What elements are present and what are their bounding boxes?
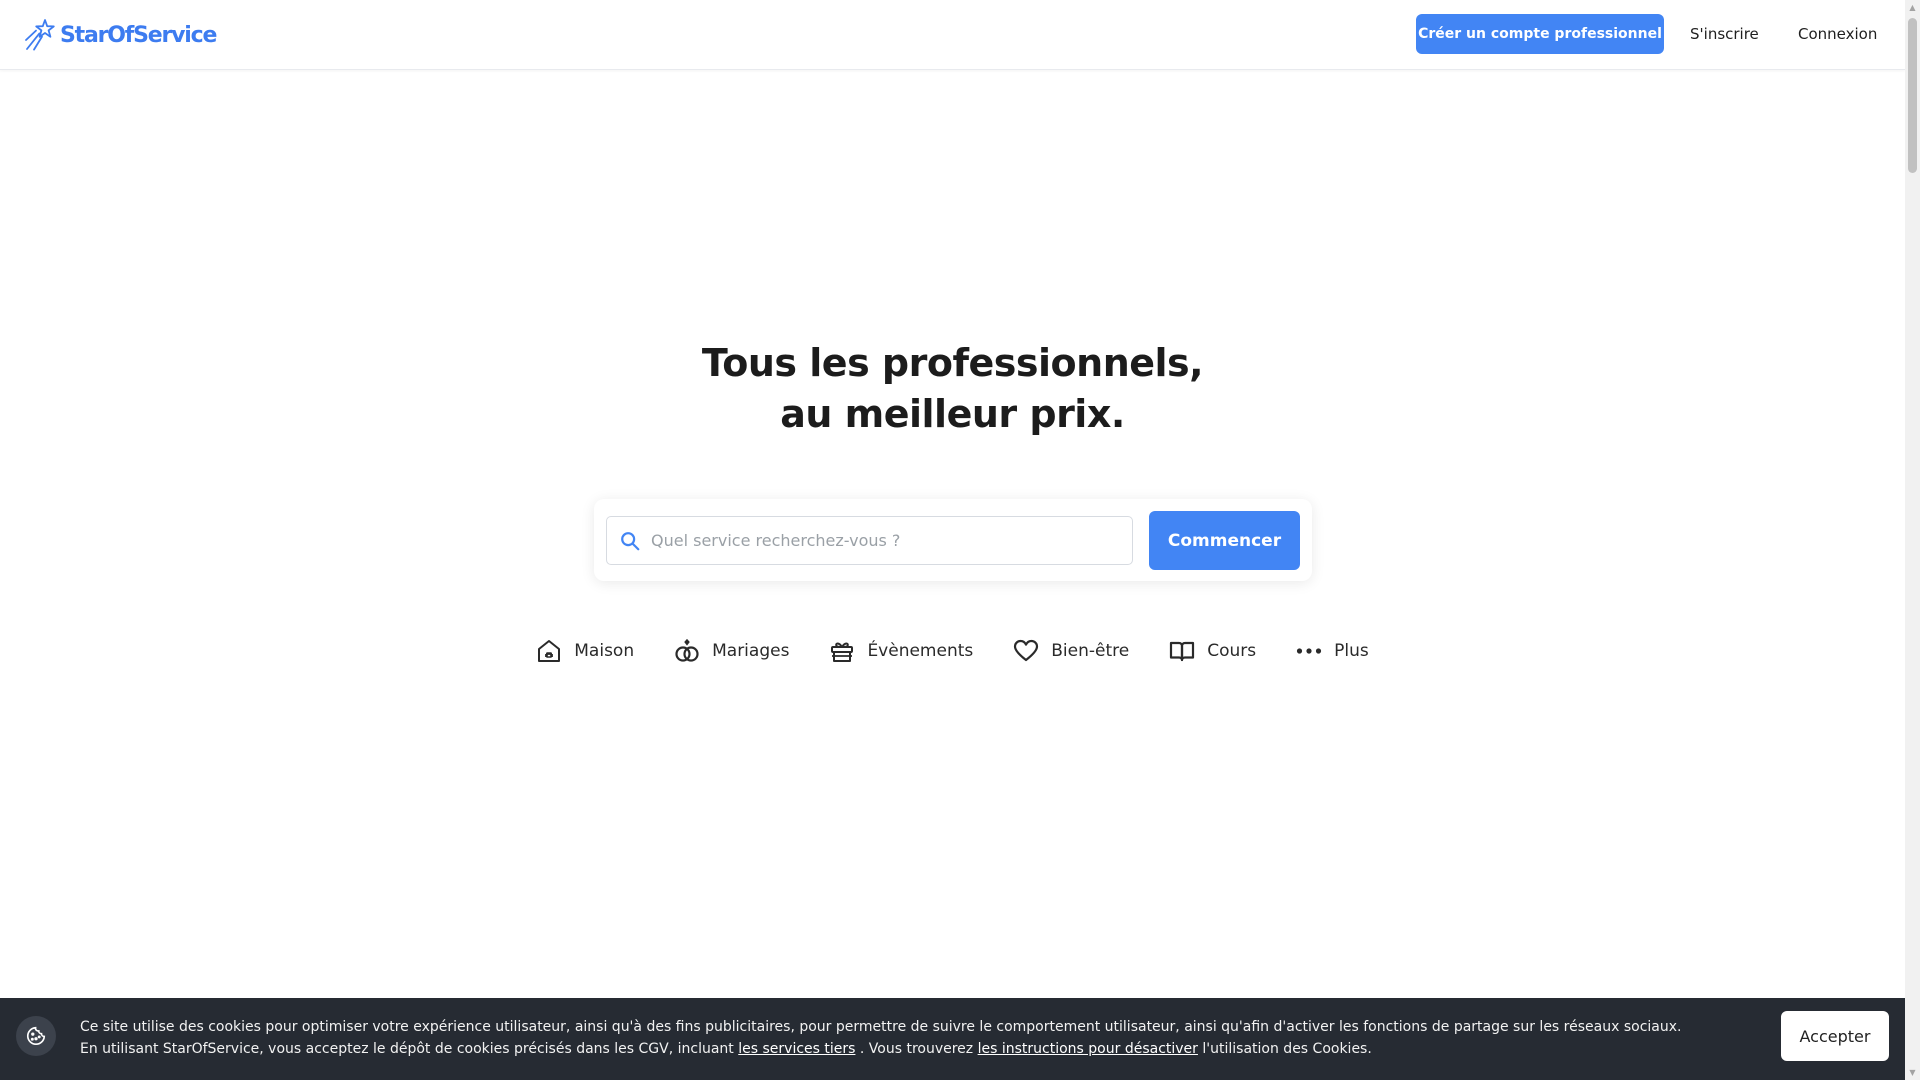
category-mariages[interactable]: Mariages <box>674 638 789 664</box>
category-label: Maison <box>574 641 635 661</box>
category-plus[interactable]: Plus <box>1296 638 1369 664</box>
cookie-icon <box>26 1026 46 1046</box>
hero-title: Tous les professionnels, au meilleur pri… <box>0 338 1905 440</box>
third-party-services-link[interactable]: les services tiers <box>738 1041 855 1057</box>
search-icon <box>621 531 640 550</box>
category-label: Bien-être <box>1051 641 1130 661</box>
category-label: Plus <box>1334 641 1369 661</box>
cookie-message: Ce site utilise des cookies pour optimis… <box>80 1016 1700 1060</box>
page-scrollbar[interactable]: ▲ ▼ <box>1905 0 1920 1080</box>
hero-title-line-2: au meilleur prix. <box>780 392 1125 436</box>
category-list: Maison Mariages Évènements Bien-être Cou… <box>0 633 1905 669</box>
rings-icon <box>675 638 699 662</box>
search-field[interactable] <box>606 516 1133 565</box>
more-dots-icon <box>1297 648 1322 654</box>
cookie-text-part-2: . Vous trouverez <box>859 1041 974 1057</box>
shooting-star-logo-icon <box>25 19 55 51</box>
cookie-text-part-3: l'utilisation des Cookies. <box>1202 1041 1372 1057</box>
category-label: Cours <box>1207 641 1257 661</box>
category-maison[interactable]: Maison <box>536 638 634 664</box>
disable-instructions-link[interactable]: les instructions pour désactiver <box>978 1041 1198 1057</box>
accept-cookies-button[interactable]: Accepter <box>1781 1011 1889 1061</box>
hero-title-line-1: Tous les professionnels, <box>701 341 1204 385</box>
heart-icon <box>1014 639 1039 662</box>
logo-link[interactable]: StarOfService <box>24 16 217 54</box>
house-icon <box>538 640 561 662</box>
gift-icon <box>831 642 854 662</box>
category-evenements[interactable]: Évènements <box>829 638 973 664</box>
category-label: Mariages <box>712 641 790 661</box>
login-link[interactable]: Connexion <box>1798 14 1877 54</box>
create-pro-account-button[interactable]: Créer un compte professionnel <box>1416 14 1664 54</box>
start-button[interactable]: Commencer <box>1149 511 1300 570</box>
cookie-icon-badge <box>16 1016 56 1056</box>
logo-text: StarOfService <box>60 22 217 48</box>
category-cours[interactable]: Cours <box>1169 638 1256 664</box>
category-label: Évènements <box>867 641 974 661</box>
search-card: Commencer <box>594 499 1312 581</box>
open-book-icon <box>1170 641 1195 662</box>
category-bien-etre[interactable]: Bien-être <box>1013 638 1129 664</box>
scroll-up-arrow-icon[interactable]: ▲ <box>1905 0 1920 15</box>
search-input[interactable] <box>651 520 1121 561</box>
scroll-down-arrow-icon[interactable]: ▼ <box>1905 1065 1920 1080</box>
signup-link[interactable]: S'inscrire <box>1690 14 1759 54</box>
cookie-banner: Ce site utilise des cookies pour optimis… <box>0 998 1905 1080</box>
site-header: StarOfService Créer un compte profession… <box>0 0 1905 70</box>
scrollbar-thumb[interactable] <box>1908 18 1917 173</box>
